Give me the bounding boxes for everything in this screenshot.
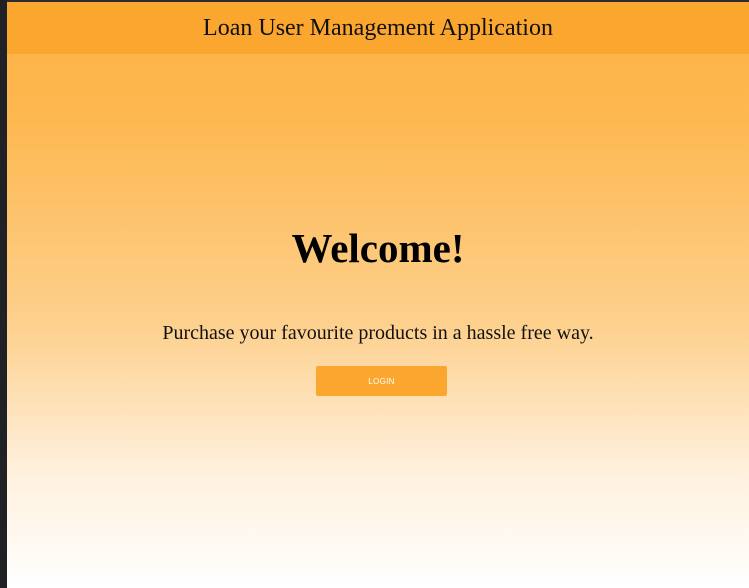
tagline-text: Purchase your favourite products in a ha… [162, 322, 594, 344]
app-viewport: Loan User Management Application Welcome… [7, 0, 749, 588]
welcome-heading: Welcome! [291, 225, 465, 271]
app-header: Loan User Management Application [7, 2, 749, 54]
login-button[interactable]: LOGIN [316, 366, 447, 396]
app-title: Loan User Management Application [203, 14, 553, 41]
